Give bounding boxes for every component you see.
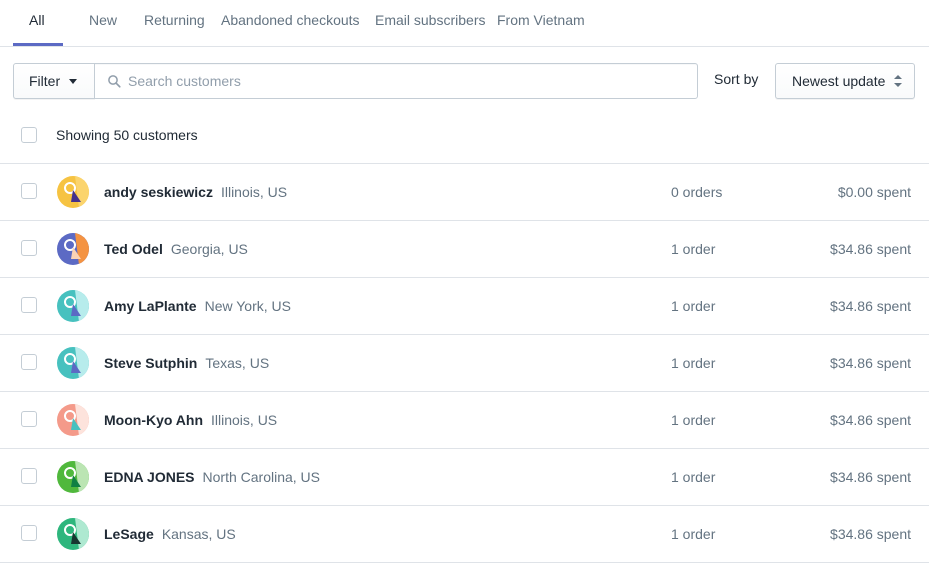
customer-orders: 1 order [671,298,716,314]
customer-name: Amy LaPlante [104,298,197,314]
customer-row[interactable]: Moon-Kyo Ahn Illinois, US 1 order $34.86 … [0,392,929,449]
customer-spent: $34.86 spent [830,355,911,371]
customer-location: Illinois, US [220,184,288,200]
customer-name: Steve Sutphin [104,355,198,371]
tab-email-subscribers[interactable]: Email subscribers [375,0,485,47]
avatar-teal-icon [57,290,89,322]
row-checkbox[interactable] [21,468,37,484]
customer-name: Ted Odel [104,241,163,257]
customer-name-line: Moon-Kyo Ahn Illinois, US [104,412,277,428]
row-checkbox[interactable] [21,240,37,256]
customer-spent: $0.00 spent [837,184,911,200]
filter-button-label: Filter [29,73,61,89]
customer-name: EDNA JONES [104,469,195,485]
customer-name: andy seskiewicz [104,184,213,200]
sort-label: Sort by [714,71,759,87]
row-checkbox[interactable] [21,183,37,199]
tab-returning[interactable]: Returning [144,0,205,47]
customer-location: Kansas, US [161,526,236,542]
customer-spent: $34.86 spent [830,241,911,257]
customer-row[interactable]: Steve Sutphin Texas, US 1 order $34.86 sp… [0,335,929,392]
tab-from-vietnam[interactable]: From Vietnam [497,0,585,47]
customer-location: Georgia, US [170,241,248,257]
customer-row[interactable]: Amy LaPlante New York, US 1 order $34.86 … [0,278,929,335]
customer-spent: $34.86 spent [830,298,911,314]
customer-location: North Carolina, US [202,469,321,485]
row-checkbox[interactable] [21,411,37,427]
customer-orders: 1 order [671,526,716,542]
row-checkbox[interactable] [21,525,37,541]
row-checkbox[interactable] [21,354,37,370]
search-input[interactable] [128,65,688,97]
customer-name-line: Steve Sutphin Texas, US [104,355,269,371]
customer-row[interactable]: andy seskiewicz Illinois, US 0 orders $0.… [0,164,929,221]
sort-select-value: Newest update [792,73,886,89]
customer-tabs: All New Returning Abandoned checkouts Em… [0,0,929,47]
search-icon [108,75,121,88]
search-box[interactable] [94,63,698,99]
customer-name: Moon-Kyo Ahn [104,412,204,428]
customer-name-line: Amy LaPlante New York, US [104,298,291,314]
showing-count: Showing 50 customers [56,127,198,143]
tab-abandoned-checkouts[interactable]: Abandoned checkouts [221,0,360,47]
customer-name-line: andy seskiewicz Illinois, US [104,184,287,200]
customer-orders: 1 order [671,241,716,257]
tab-all[interactable]: All [29,0,45,47]
customer-name-line: LeSage Kansas, US [104,526,236,542]
select-arrows-icon [894,75,902,89]
filter-button[interactable]: Filter [13,63,95,99]
customer-orders: 1 order [671,412,716,428]
avatar-salmon-icon [57,404,89,436]
customer-list: andy seskiewicz Illinois, US 0 orders $0.… [0,164,929,563]
customer-location: Texas, US [205,355,270,371]
customer-row[interactable]: LeSage Kansas, US 1 order $34.86 spent [0,506,929,563]
sort-select[interactable]: Newest update [775,63,915,99]
tab-new[interactable]: New [89,0,117,47]
active-tab-indicator [13,43,63,46]
avatar-teal-icon [57,347,89,379]
customer-orders: 0 orders [671,184,723,200]
customer-spent: $34.86 spent [830,526,911,542]
caret-down-icon [69,78,78,84]
customer-location: New York, US [204,298,291,314]
customer-row[interactable]: EDNA JONES North Carolina, US 1 order $34… [0,449,929,506]
customer-name: LeSage [104,526,154,542]
avatar-green-icon [57,518,89,550]
customer-spent: $34.86 spent [830,412,911,428]
avatar-indigo-icon [57,233,89,265]
customer-orders: 1 order [671,355,716,371]
customer-spent: $34.86 spent [830,469,911,485]
select-all-checkbox[interactable] [21,127,37,143]
customer-orders: 1 order [671,469,716,485]
avatar-green-icon [57,461,89,493]
customer-name-line: Ted Odel Georgia, US [104,241,248,257]
avatar-yellow-icon [57,176,89,208]
customer-location: Illinois, US [211,412,278,428]
customer-row[interactable]: Ted Odel Georgia, US 1 order $34.86 spent [0,221,929,278]
customer-name-line: EDNA JONES North Carolina, US [104,469,320,485]
row-checkbox[interactable] [21,297,37,313]
